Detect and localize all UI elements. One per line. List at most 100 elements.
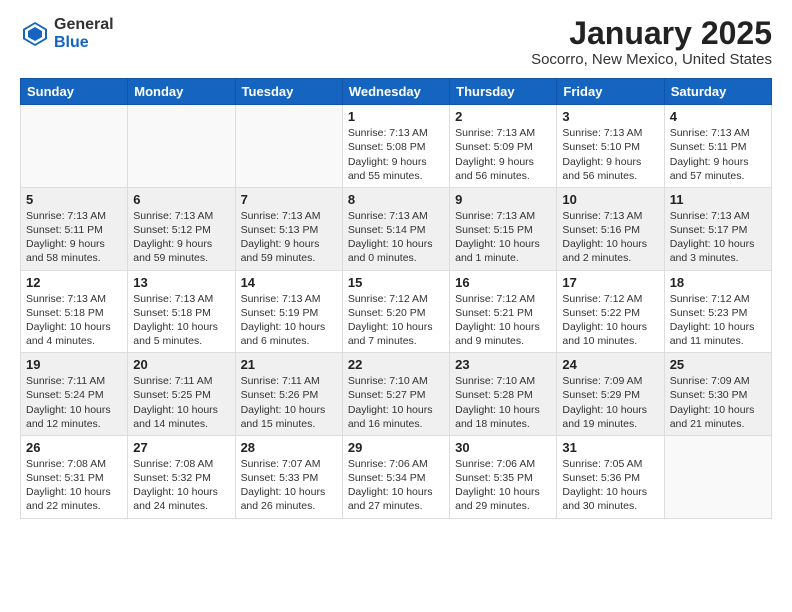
day-info: Sunrise: 7:13 AM Sunset: 5:11 PM Dayligh… (670, 126, 766, 183)
day-info: Sunrise: 7:13 AM Sunset: 5:17 PM Dayligh… (670, 209, 766, 266)
day-number: 12 (26, 275, 122, 290)
calendar-week-row: 1Sunrise: 7:13 AM Sunset: 5:08 PM Daylig… (21, 105, 772, 188)
day-info: Sunrise: 7:06 AM Sunset: 5:35 PM Dayligh… (455, 457, 551, 514)
table-row: 26Sunrise: 7:08 AM Sunset: 5:31 PM Dayli… (21, 435, 128, 518)
day-number: 10 (562, 192, 658, 207)
table-row: 31Sunrise: 7:05 AM Sunset: 5:36 PM Dayli… (557, 435, 664, 518)
table-row: 25 Sunrise: 7:09 AM Sunset: 5:30 PM Dayli… (664, 353, 771, 436)
day-number: 4 (670, 109, 766, 124)
day-number: 29 (348, 440, 444, 455)
table-row: 18 Sunrise: 7:12 AM Sunset: 5:23 PM Dayli… (664, 270, 771, 353)
table-row: 29 Sunrise: 7:06 AM Sunset: 5:34 PM Dayli… (342, 435, 449, 518)
location-title: Socorro, New Mexico, United States (531, 51, 772, 68)
table-row (21, 105, 128, 188)
day-number: 14 (241, 275, 337, 290)
month-title: January 2025 (531, 16, 772, 51)
header-saturday: Saturday (664, 79, 771, 105)
day-info: Sunrise: 7:09 AM Sunset: 5:29 PM Dayligh… (562, 374, 658, 431)
day-info: Sunrise: 7:05 AM Sunset: 5:36 PM Dayligh… (562, 457, 658, 514)
day-number: 18 (670, 275, 766, 290)
table-row (664, 435, 771, 518)
day-info: Sunrise: 7:09 AM Sunset: 5:30 PM Dayligh… (670, 374, 766, 431)
day-info: Sunrise: 7:12 AM Sunset: 5:21 PM Dayligh… (455, 292, 551, 349)
day-number: 9 (455, 192, 551, 207)
table-row: 16Sunrise: 7:12 AM Sunset: 5:21 PM Dayli… (450, 270, 557, 353)
day-number: 30 (455, 440, 551, 455)
day-number: 22 (348, 357, 444, 372)
page: General Blue January 2025 Socorro, New M… (0, 0, 792, 539)
header-sunday: Sunday (21, 79, 128, 105)
day-number: 13 (133, 275, 229, 290)
day-number: 7 (241, 192, 337, 207)
day-number: 11 (670, 192, 766, 207)
calendar-week-row: 26Sunrise: 7:08 AM Sunset: 5:31 PM Dayli… (21, 435, 772, 518)
table-row: 17 Sunrise: 7:12 AM Sunset: 5:22 PM Dayli… (557, 270, 664, 353)
day-number: 21 (241, 357, 337, 372)
day-number: 2 (455, 109, 551, 124)
header-wednesday: Wednesday (342, 79, 449, 105)
day-info: Sunrise: 7:13 AM Sunset: 5:11 PM Dayligh… (26, 209, 122, 266)
title-block: January 2025 Socorro, New Mexico, United… (531, 16, 772, 68)
table-row: 8 Sunrise: 7:13 AM Sunset: 5:14 PM Daylig… (342, 187, 449, 270)
day-number: 17 (562, 275, 658, 290)
weekday-header-row: Sunday Monday Tuesday Wednesday Thursday… (21, 79, 772, 105)
logo: General Blue (20, 16, 114, 51)
day-info: Sunrise: 7:13 AM Sunset: 5:15 PM Dayligh… (455, 209, 551, 266)
table-row: 24Sunrise: 7:09 AM Sunset: 5:29 PM Dayli… (557, 353, 664, 436)
calendar-week-row: 5 Sunrise: 7:13 AM Sunset: 5:11 PM Daylig… (21, 187, 772, 270)
day-info: Sunrise: 7:11 AM Sunset: 5:25 PM Dayligh… (133, 374, 229, 431)
day-number: 28 (241, 440, 337, 455)
table-row: 12 Sunrise: 7:13 AM Sunset: 5:18 PM Dayli… (21, 270, 128, 353)
day-info: Sunrise: 7:13 AM Sunset: 5:16 PM Dayligh… (562, 209, 658, 266)
table-row: 27Sunrise: 7:08 AM Sunset: 5:32 PM Dayli… (128, 435, 235, 518)
day-info: Sunrise: 7:13 AM Sunset: 5:09 PM Dayligh… (455, 126, 551, 183)
day-number: 25 (670, 357, 766, 372)
calendar-week-row: 12 Sunrise: 7:13 AM Sunset: 5:18 PM Dayli… (21, 270, 772, 353)
day-info: Sunrise: 7:13 AM Sunset: 5:14 PM Dayligh… (348, 209, 444, 266)
day-info: Sunrise: 7:10 AM Sunset: 5:27 PM Dayligh… (348, 374, 444, 431)
day-number: 23 (455, 357, 551, 372)
day-number: 5 (26, 192, 122, 207)
day-number: 1 (348, 109, 444, 124)
header-thursday: Thursday (450, 79, 557, 105)
table-row: 6 Sunrise: 7:13 AM Sunset: 5:12 PM Daylig… (128, 187, 235, 270)
header-monday: Monday (128, 79, 235, 105)
day-number: 3 (562, 109, 658, 124)
day-info: Sunrise: 7:12 AM Sunset: 5:22 PM Dayligh… (562, 292, 658, 349)
day-info: Sunrise: 7:13 AM Sunset: 5:18 PM Dayligh… (26, 292, 122, 349)
day-info: Sunrise: 7:11 AM Sunset: 5:24 PM Dayligh… (26, 374, 122, 431)
table-row: 15Sunrise: 7:12 AM Sunset: 5:20 PM Dayli… (342, 270, 449, 353)
table-row: 23 Sunrise: 7:10 AM Sunset: 5:28 PM Dayli… (450, 353, 557, 436)
table-row: 2 Sunrise: 7:13 AM Sunset: 5:09 PM Daylig… (450, 105, 557, 188)
table-row: 30 Sunrise: 7:06 AM Sunset: 5:35 PM Dayli… (450, 435, 557, 518)
table-row: 28Sunrise: 7:07 AM Sunset: 5:33 PM Dayli… (235, 435, 342, 518)
day-number: 26 (26, 440, 122, 455)
table-row: 11 Sunrise: 7:13 AM Sunset: 5:17 PM Dayli… (664, 187, 771, 270)
day-info: Sunrise: 7:06 AM Sunset: 5:34 PM Dayligh… (348, 457, 444, 514)
logo-general-text: General (54, 16, 114, 34)
day-info: Sunrise: 7:13 AM Sunset: 5:10 PM Dayligh… (562, 126, 658, 183)
day-info: Sunrise: 7:12 AM Sunset: 5:23 PM Dayligh… (670, 292, 766, 349)
day-info: Sunrise: 7:10 AM Sunset: 5:28 PM Dayligh… (455, 374, 551, 431)
header-tuesday: Tuesday (235, 79, 342, 105)
day-number: 20 (133, 357, 229, 372)
table-row (235, 105, 342, 188)
calendar-week-row: 19 Sunrise: 7:11 AM Sunset: 5:24 PM Dayli… (21, 353, 772, 436)
table-row: 3 Sunrise: 7:13 AM Sunset: 5:10 PM Daylig… (557, 105, 664, 188)
table-row (128, 105, 235, 188)
day-number: 19 (26, 357, 122, 372)
table-row: 4 Sunrise: 7:13 AM Sunset: 5:11 PM Daylig… (664, 105, 771, 188)
day-number: 6 (133, 192, 229, 207)
table-row: 19 Sunrise: 7:11 AM Sunset: 5:24 PM Dayli… (21, 353, 128, 436)
table-row: 14Sunrise: 7:13 AM Sunset: 5:19 PM Dayli… (235, 270, 342, 353)
logo-text: General Blue (54, 16, 114, 51)
day-number: 15 (348, 275, 444, 290)
day-number: 27 (133, 440, 229, 455)
table-row: 13Sunrise: 7:13 AM Sunset: 5:18 PM Dayli… (128, 270, 235, 353)
header: General Blue January 2025 Socorro, New M… (20, 16, 772, 68)
day-number: 8 (348, 192, 444, 207)
day-info: Sunrise: 7:13 AM Sunset: 5:12 PM Dayligh… (133, 209, 229, 266)
table-row: 21Sunrise: 7:11 AM Sunset: 5:26 PM Dayli… (235, 353, 342, 436)
table-row: 10 Sunrise: 7:13 AM Sunset: 5:16 PM Dayli… (557, 187, 664, 270)
table-row: 1Sunrise: 7:13 AM Sunset: 5:08 PM Daylig… (342, 105, 449, 188)
